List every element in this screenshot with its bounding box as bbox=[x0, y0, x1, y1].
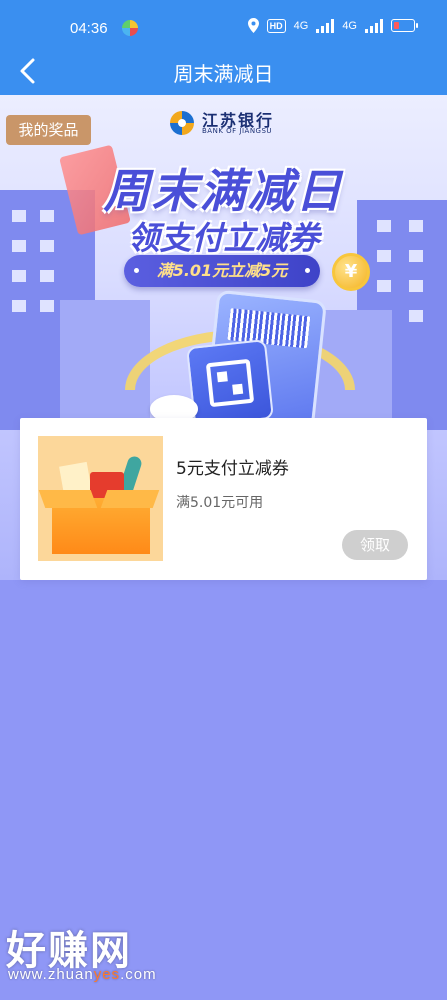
network-label-2: 4G bbox=[342, 19, 357, 32]
hd-badge: HD bbox=[266, 18, 286, 33]
bank-name-en: BANK OF JIANGSU bbox=[202, 127, 273, 135]
banner-title: 周末满减日 bbox=[103, 164, 344, 218]
qr-code-icon bbox=[186, 339, 274, 427]
bank-logo-icon bbox=[170, 111, 194, 135]
network-label-1: 4G bbox=[293, 19, 309, 32]
status-indicators: HD 4G 4G bbox=[247, 18, 418, 33]
status-time: 04:36 bbox=[70, 20, 108, 37]
page-title: 周末满减日 bbox=[173, 62, 274, 86]
promo-pill-text: 满5.01元立减5元 bbox=[156, 261, 288, 280]
coin-icon: ¥ bbox=[332, 253, 370, 291]
battery-icon bbox=[391, 19, 418, 32]
watermark-url-highlight: yes bbox=[93, 966, 121, 983]
watermark: 好赚网 www.zhuanyes.com bbox=[6, 918, 206, 988]
gift-box-icon bbox=[38, 436, 163, 561]
signal-icon-2 bbox=[365, 18, 383, 33]
app-notification-icon bbox=[122, 20, 138, 36]
top-bar: 04:36 HD 4G 4G 周末满减日 bbox=[0, 0, 447, 95]
watermark-url-suffix: .com bbox=[120, 966, 157, 983]
coupon-card: 5元支付立减券 满5.01元可用 领取 bbox=[20, 418, 427, 580]
coupon-name: 5元支付立减券 bbox=[176, 459, 289, 479]
coupon-condition: 满5.01元可用 bbox=[176, 495, 264, 511]
banner-subtitle: 领支付立减券 bbox=[127, 219, 320, 257]
watermark-url-prefix: www.zhuan bbox=[8, 966, 94, 983]
claim-button[interactable]: 领取 bbox=[342, 530, 408, 560]
nav-bar: 周末满减日 bbox=[0, 48, 447, 95]
my-prizes-button[interactable]: 我的奖品 bbox=[6, 115, 91, 145]
signal-icon bbox=[316, 18, 335, 33]
promo-pill: 满5.01元立减5元 bbox=[124, 255, 320, 287]
bank-logo: 江苏银行 BANK OF JIANGSU bbox=[168, 107, 280, 141]
watermark-url: www.zhuanyes.com bbox=[8, 966, 157, 983]
location-icon bbox=[247, 18, 259, 33]
